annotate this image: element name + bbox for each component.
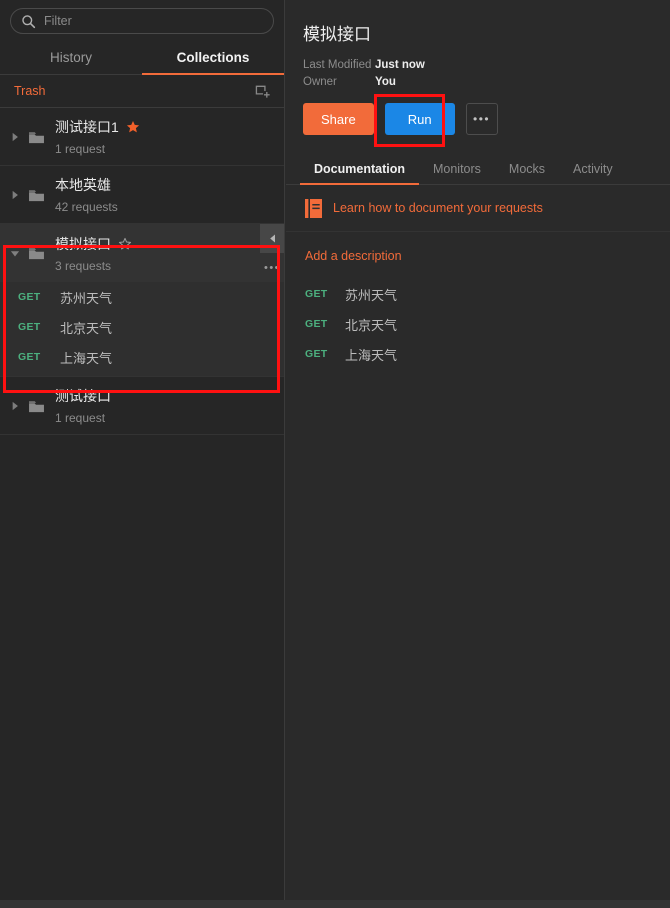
caret-down-icon[interactable] [8, 246, 22, 260]
collection-request-count: 1 request [55, 142, 106, 156]
page-title: 模拟接口 [303, 25, 371, 44]
sidebar-request-item[interactable]: GET 北京天气 [0, 312, 284, 342]
main-tabs: Documentation Monitors Mocks Activity [286, 154, 670, 185]
collection-text: 模拟接口 3 requests [55, 234, 284, 273]
collection-text: 测试接口1 1 request [55, 117, 284, 156]
sidebar-request-item[interactable]: GET 苏州天气 [0, 282, 284, 312]
learn-documentation-banner[interactable]: Learn how to document your requests [286, 185, 670, 232]
star-filled-icon[interactable] [126, 120, 140, 134]
search-input[interactable] [44, 14, 263, 28]
trash-label[interactable]: Trash [14, 84, 255, 98]
collection-row-ceshi-jiekou-1[interactable]: 测试接口1 1 request [0, 108, 284, 166]
collection-more-actions-button[interactable]: ••• [260, 253, 284, 282]
documentation-request-item[interactable]: GET 北京天气 [286, 309, 670, 339]
collection-name: 测试接口 [55, 388, 111, 404]
request-method: GET [305, 288, 328, 300]
collection-name: 模拟接口 [55, 235, 111, 252]
collection-text: 本地英雄 42 requests [55, 175, 284, 214]
collection-name: 测试接口1 [55, 119, 119, 135]
tab-collections[interactable]: Collections [142, 42, 284, 75]
folder-icon [29, 189, 44, 201]
meta-row-last-modified: Last Modified Just now [303, 57, 670, 74]
collection-name-line: 测试接口1 [55, 117, 284, 137]
tab-monitors[interactable]: Monitors [419, 162, 495, 184]
meta-row-owner: Owner You [303, 74, 670, 91]
collection-request-count: 42 requests [55, 200, 118, 214]
postman-window: History Collections Trash [0, 0, 670, 908]
action-button-row: Share Run ••• [286, 91, 670, 135]
documentation-request-list: GET 苏州天气 GET 北京天气 GET 上海天气 [286, 265, 670, 369]
add-description-link[interactable]: Add a description [286, 232, 402, 263]
tab-history[interactable]: History [0, 42, 142, 74]
sidebar: History Collections Trash [0, 0, 285, 900]
filter-container [0, 0, 284, 40]
collapse-sidebar-button[interactable] [260, 224, 284, 253]
more-actions-button[interactable]: ••• [465, 103, 498, 135]
request-name: 苏州天气 [345, 287, 398, 303]
bottom-status-strip [0, 900, 670, 908]
request-name: 北京天气 [60, 320, 113, 336]
tab-activity[interactable]: Activity [559, 162, 627, 184]
tab-documentation[interactable]: Documentation [300, 162, 419, 185]
caret-right-icon[interactable] [8, 399, 22, 413]
meta-key: Last Modified [303, 59, 372, 71]
request-method: GET [305, 348, 328, 360]
main-panel: 模拟接口 Last Modified Just now Owner You Sh… [286, 0, 670, 900]
collection-row-moni-jiekou[interactable]: 模拟接口 3 requests ••• [0, 224, 284, 282]
collection-request-group: GET 苏州天气 GET 北京天气 GET 上海天气 [0, 282, 284, 377]
trash-row[interactable]: Trash [0, 75, 284, 108]
collection-row-bendi-yingxiong[interactable]: 本地英雄 42 requests [0, 166, 284, 224]
collection-row-actions: ••• [260, 224, 284, 282]
add-description-container: Add a description [286, 232, 670, 265]
collection-list: 测试接口1 1 request 本地英雄 42 requests 模拟接口 3 … [0, 108, 284, 435]
request-name: 上海天气 [60, 350, 113, 366]
meta-key: Owner [303, 76, 337, 88]
request-name: 上海天气 [345, 347, 398, 363]
share-button[interactable]: Share [303, 103, 374, 135]
search-filter-box[interactable] [10, 8, 274, 34]
folder-icon [29, 131, 44, 143]
tab-mocks[interactable]: Mocks [495, 162, 559, 184]
sidebar-tabs: History Collections [0, 42, 284, 75]
caret-right-icon[interactable] [8, 188, 22, 202]
sidebar-request-item[interactable]: GET 上海天气 [0, 342, 284, 372]
meta-value: You [375, 76, 396, 88]
meta-value: Just now [375, 59, 425, 71]
learn-documentation-label: Learn how to document your requests [333, 201, 543, 215]
collection-row-ceshi-jiekou[interactable]: 测试接口 1 request [0, 377, 284, 435]
collection-name-line: 测试接口 [55, 386, 284, 406]
request-name: 北京天气 [345, 317, 398, 333]
folder-icon [29, 248, 44, 260]
caret-left-icon [269, 234, 275, 243]
collection-meta: Last Modified Just now Owner You [286, 45, 670, 91]
collection-request-count: 1 request [55, 411, 106, 425]
caret-right-icon[interactable] [8, 130, 22, 144]
request-method: GET [18, 291, 41, 303]
new-collection-icon[interactable] [255, 83, 272, 100]
folder-icon [29, 400, 44, 412]
run-button[interactable]: Run [384, 103, 455, 135]
search-icon [22, 14, 36, 28]
documentation-request-item[interactable]: GET 苏州天气 [286, 279, 670, 309]
collection-name-line: 本地英雄 [55, 175, 284, 195]
collection-request-count: 3 requests [55, 258, 112, 273]
request-method: GET [305, 318, 328, 330]
star-outline-icon[interactable] [118, 237, 132, 251]
collection-text: 测试接口 1 request [55, 386, 284, 425]
collection-name: 本地英雄 [55, 177, 111, 193]
collection-name-line: 模拟接口 [55, 234, 284, 254]
documentation-book-icon [305, 198, 322, 218]
request-method: GET [18, 351, 41, 363]
documentation-request-item[interactable]: GET 上海天气 [286, 339, 670, 369]
request-method: GET [18, 321, 41, 333]
request-name: 苏州天气 [60, 290, 113, 306]
